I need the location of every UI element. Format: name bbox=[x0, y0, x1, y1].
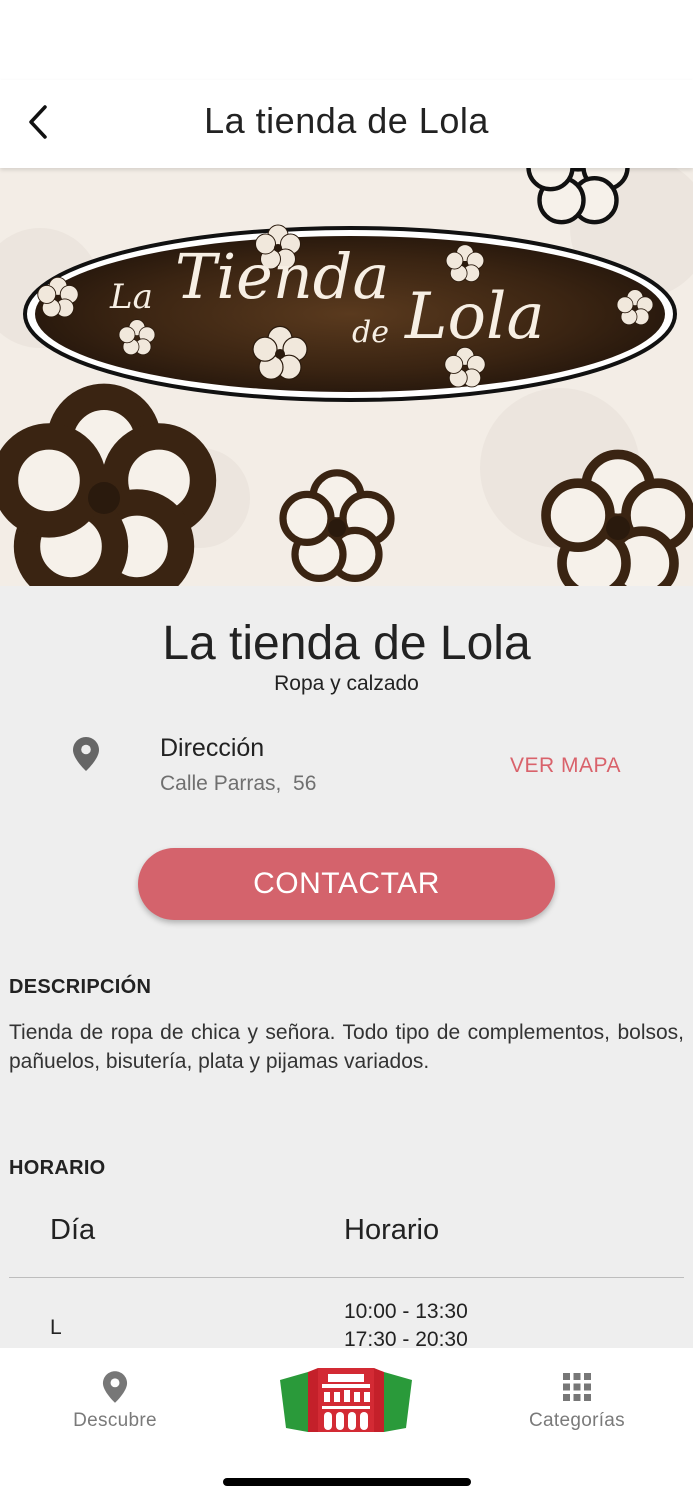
description-title: DESCRIPCIÓN bbox=[9, 976, 152, 998]
tab-bar: Descubre Categorías bbox=[0, 1348, 693, 1500]
page-title: La tienda de Lola bbox=[204, 100, 489, 141]
row-hours-slot: 17:30 - 20:30 bbox=[344, 1328, 468, 1348]
tab-home-logo[interactable] bbox=[278, 1366, 414, 1436]
svg-text:Tienda: Tienda bbox=[175, 240, 389, 313]
description-text: Tienda de ropa de chica y señora. Todo t… bbox=[9, 1021, 684, 1073]
navigation-bar: La tienda de Lola bbox=[0, 80, 693, 168]
column-header-day: Día bbox=[50, 1214, 96, 1246]
column-header-hours: Horario bbox=[344, 1214, 440, 1246]
hours-table: Día Horario L 10:00 - 13:30 17:30 - 20:3… bbox=[9, 1206, 684, 1348]
row-hours-slot: 10:00 - 13:30 bbox=[344, 1300, 468, 1323]
contact-button[interactable]: CONTACTAR bbox=[138, 848, 555, 920]
grid-icon bbox=[563, 1373, 591, 1401]
store-detail: La tienda de Lola Ropa y calzado Direcci… bbox=[0, 586, 693, 1348]
town-hall-logo-icon bbox=[280, 1368, 412, 1432]
store-logo-image: La Tienda de Lola bbox=[0, 168, 693, 586]
tab-categorias-label: Categorías bbox=[529, 1410, 625, 1431]
hours-title: HORARIO bbox=[9, 1157, 106, 1179]
row-hours: 10:00 - 13:30 17:30 - 20:30 bbox=[344, 1298, 468, 1348]
address-section: Dirección Calle Parras, 56 VER MAPA bbox=[0, 734, 693, 804]
home-indicator bbox=[223, 1478, 471, 1486]
address-label: Dirección bbox=[160, 734, 265, 762]
svg-text:La: La bbox=[109, 277, 153, 317]
svg-text:Lola: Lola bbox=[404, 280, 545, 354]
location-pin-icon bbox=[73, 737, 99, 771]
address-value: Calle Parras, 56 bbox=[160, 772, 317, 795]
tab-descubre-label: Descubre bbox=[73, 1410, 157, 1431]
store-category: Ropa y calzado bbox=[274, 672, 419, 695]
status-bar bbox=[0, 0, 693, 80]
row-day: L bbox=[50, 1316, 62, 1339]
hours-table-header: Día Horario bbox=[9, 1206, 684, 1278]
tab-descubre[interactable]: Descubre bbox=[40, 1348, 190, 1448]
tab-categorias[interactable]: Categorías bbox=[502, 1348, 652, 1448]
store-name: La tienda de Lola bbox=[162, 617, 531, 670]
svg-text:de: de bbox=[352, 315, 389, 350]
view-map-link[interactable]: VER MAPA bbox=[510, 754, 621, 778]
table-row: L 10:00 - 13:30 17:30 - 20:30 bbox=[9, 1278, 684, 1348]
location-pin-icon bbox=[102, 1371, 128, 1403]
